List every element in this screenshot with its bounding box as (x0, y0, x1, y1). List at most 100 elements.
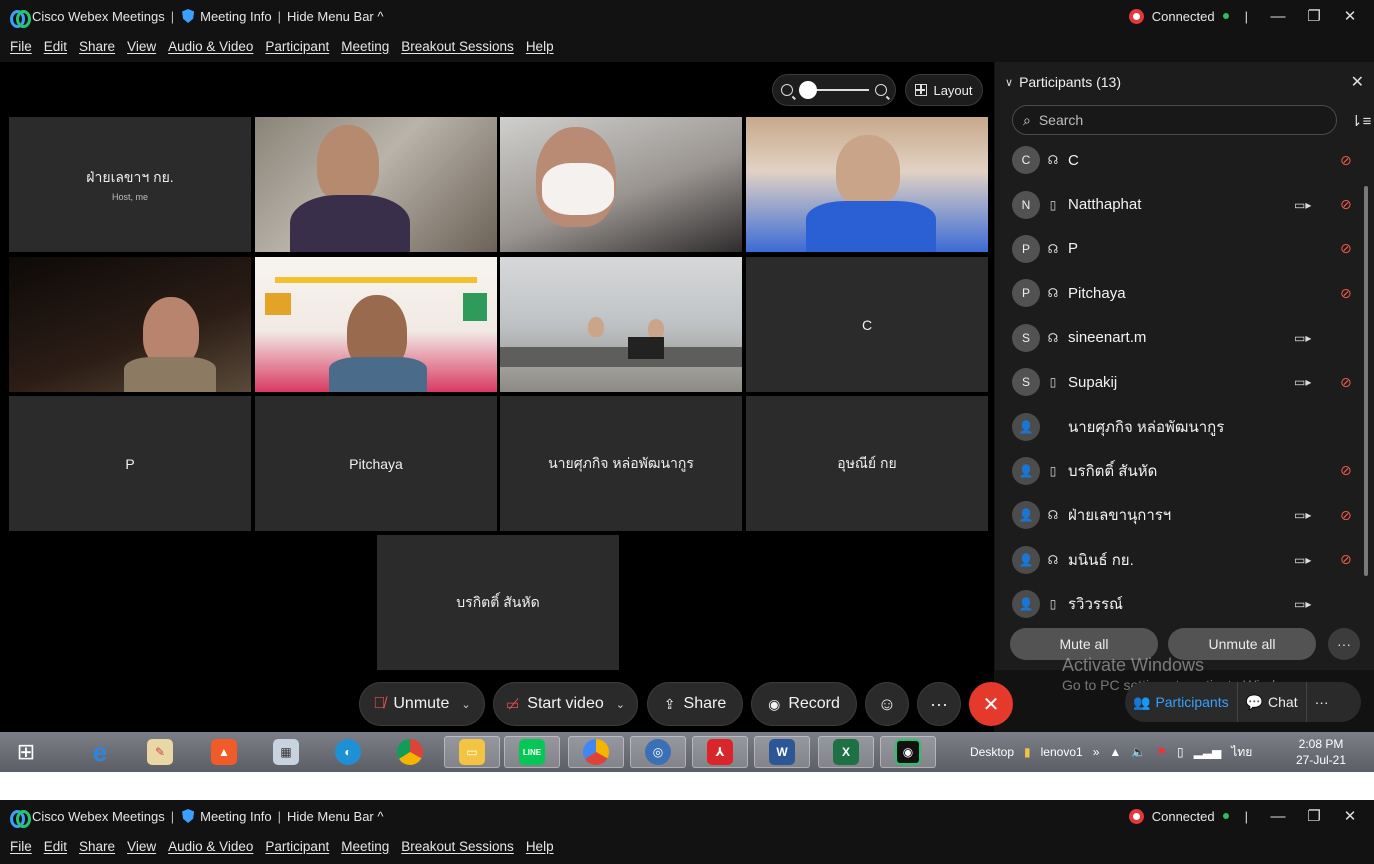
participant-row[interactable]: 👤 ▯ รวิวรรณ์ ▭▸ (995, 582, 1365, 626)
close-window-button[interactable]: ✕ (1336, 807, 1364, 825)
video-tile-shared-slide[interactable] (255, 257, 497, 392)
menu-audio-video[interactable]: Audio & Video (168, 39, 253, 54)
menu-help[interactable]: Help (526, 39, 554, 54)
mic-muted-icon[interactable]: ⊘ (1340, 507, 1352, 524)
more-options-button[interactable]: ··· (917, 682, 961, 726)
user-toolbar[interactable]: lenovo1 (1041, 745, 1083, 759)
reactions-button[interactable]: ☺ (865, 682, 909, 726)
taskbar-webex[interactable]: ◉ (880, 736, 936, 768)
participant-row[interactable]: N ▯ Natthaphat ▭▸ ⊘ (995, 182, 1365, 226)
start-button[interactable]: ⊞ (4, 736, 48, 768)
video-tile-camera-4[interactable] (9, 257, 251, 392)
zoom-in-icon[interactable] (875, 84, 887, 96)
menu-file[interactable]: File (10, 839, 32, 854)
chevron-down-icon[interactable]: ⌄ (616, 698, 625, 711)
volume-icon[interactable]: 🔈 (1131, 745, 1146, 759)
sort-icon[interactable]: ⇂≡ (1350, 112, 1371, 130)
participant-row[interactable]: S ☊ sineenart.m ▭▸ (995, 316, 1365, 360)
video-tile-p[interactable]: P (9, 396, 251, 531)
hide-menu-bar-button[interactable]: Hide Menu Bar ^ (287, 809, 383, 824)
participant-row[interactable]: 👤 ☊ มนินธ์ กย. ▭▸ ⊘ (995, 538, 1365, 582)
meeting-info-button[interactable]: Meeting Info (182, 9, 272, 24)
video-tile-c[interactable]: C (746, 257, 988, 392)
taskbar-line[interactable]: LINE (504, 736, 560, 768)
zoom-out-icon[interactable] (781, 84, 793, 96)
taskbar-browser[interactable] (568, 736, 624, 768)
taskbar-internet-explorer[interactable]: e (72, 736, 128, 768)
menu-edit[interactable]: Edit (44, 39, 67, 54)
zoom-knob[interactable] (799, 81, 817, 99)
toolbar-expand-icon[interactable]: » (1093, 745, 1100, 759)
participant-row[interactable]: 👤 ☊ ฝ่ายเลขานุการฯ ▭▸ ⊘ (995, 493, 1365, 537)
menu-breakout-sessions[interactable]: Breakout Sessions (401, 39, 514, 54)
power-icon[interactable]: ▯ (1177, 745, 1184, 759)
mic-muted-icon[interactable]: ⊘ (1340, 285, 1352, 302)
mic-muted-icon[interactable]: ⊘ (1340, 462, 1352, 479)
zoom-track[interactable] (799, 81, 869, 99)
menu-meeting[interactable]: Meeting (341, 839, 389, 854)
chevron-down-icon[interactable]: ∨ (1005, 76, 1013, 89)
menu-file[interactable]: File (10, 39, 32, 54)
unmute-button[interactable]: 🎙̸ Unmute ⌄ (359, 682, 485, 726)
close-panel-button[interactable]: ✕ (1351, 72, 1364, 92)
participant-row[interactable]: 👤 นายศุภกิจ หล่อพัฒนากูร (995, 404, 1365, 448)
share-button[interactable]: ⇪ Share (647, 682, 743, 726)
menu-participant[interactable]: Participant (265, 39, 329, 54)
participant-list-scrollbar[interactable] (1364, 186, 1368, 576)
participants-tab[interactable]: 👥 Participants (1125, 682, 1238, 722)
menu-view[interactable]: View (127, 839, 156, 854)
video-tile-pitchaya[interactable]: Pitchaya (255, 396, 497, 531)
menu-view[interactable]: View (127, 39, 156, 54)
menu-breakout-sessions[interactable]: Breakout Sessions (401, 839, 514, 854)
menu-meeting[interactable]: Meeting (341, 39, 389, 54)
participant-row[interactable]: P ☊ Pitchaya ⊘ (995, 271, 1365, 315)
taskbar-brave[interactable]: ▲ (196, 736, 252, 768)
zoom-slider[interactable] (772, 74, 896, 106)
participant-row[interactable]: P ☊ P ⊘ (995, 227, 1365, 271)
taskbar-excel[interactable]: X (818, 736, 874, 768)
participant-row[interactable]: S ▯ Supakij ▭▸ ⊘ (995, 360, 1365, 404)
video-tile-camera-3[interactable] (746, 117, 988, 252)
record-button[interactable]: ◉ Record (751, 682, 857, 726)
mic-muted-icon[interactable]: ⊘ (1340, 196, 1352, 213)
restore-button[interactable]: ❐ (1300, 807, 1328, 825)
tray-overflow-icon[interactable]: ▲ (1109, 745, 1121, 759)
participant-search-input[interactable]: ⌕ Search (1012, 105, 1337, 135)
chat-tab[interactable]: 💬 Chat (1238, 682, 1307, 722)
menu-help[interactable]: Help (526, 839, 554, 854)
taskbar-clock[interactable]: 2:08 PM 27-Jul-21 (1296, 736, 1346, 768)
hide-menu-bar-button[interactable]: Hide Menu Bar ^ (287, 9, 383, 24)
taskbar-edge[interactable]: ◐ (320, 736, 376, 768)
panel-more-button[interactable]: ··· (1328, 628, 1360, 660)
video-tile-camera-1[interactable] (255, 117, 497, 252)
menu-share[interactable]: Share (79, 39, 115, 54)
start-video-button[interactable]: ▭̸ Start video ⌄ (493, 682, 638, 726)
input-language[interactable]: ไทย (1231, 743, 1252, 762)
leave-meeting-button[interactable]: ✕ (969, 682, 1013, 726)
participant-row[interactable]: 👤 ▯ บรกิตติ์ สันหัด ⊘ (995, 449, 1365, 493)
taskbar-webcam[interactable]: ◎ (630, 736, 686, 768)
menu-edit[interactable]: Edit (44, 839, 67, 854)
layout-button[interactable]: Layout (905, 74, 983, 106)
participant-row[interactable]: C ☊ C ⊘ (995, 138, 1365, 182)
mic-muted-icon[interactable]: ⊘ (1340, 152, 1352, 169)
video-tile-usanee[interactable]: อุษณีย์ กย (746, 396, 988, 531)
mic-muted-icon[interactable]: ⊘ (1340, 240, 1352, 257)
network-signal-icon[interactable]: ▂▃▅ (1194, 745, 1222, 759)
menu-participant[interactable]: Participant (265, 839, 329, 854)
mic-muted-icon[interactable]: ⊘ (1340, 551, 1352, 568)
video-tile-room[interactable] (500, 257, 742, 392)
chevron-down-icon[interactable]: ⌄ (461, 698, 470, 711)
taskbar-word[interactable]: W (754, 736, 810, 768)
desktop-toolbar[interactable]: Desktop (970, 745, 1014, 759)
close-window-button[interactable]: ✕ (1336, 7, 1364, 25)
restore-button[interactable]: ❐ (1300, 7, 1328, 25)
taskbar-paint[interactable]: ✎ (132, 736, 188, 768)
taskbar-calculator[interactable]: ▦ (258, 736, 314, 768)
mic-muted-icon[interactable]: ⊘ (1340, 374, 1352, 391)
menu-share[interactable]: Share (79, 839, 115, 854)
minimize-button[interactable]: — (1264, 808, 1292, 825)
tabs-more-button[interactable]: ··· (1307, 682, 1337, 722)
video-tile-host[interactable]: ฝ่ายเลขาฯ กย. Host, me (9, 117, 251, 252)
video-tile-camera-2[interactable] (500, 117, 742, 252)
